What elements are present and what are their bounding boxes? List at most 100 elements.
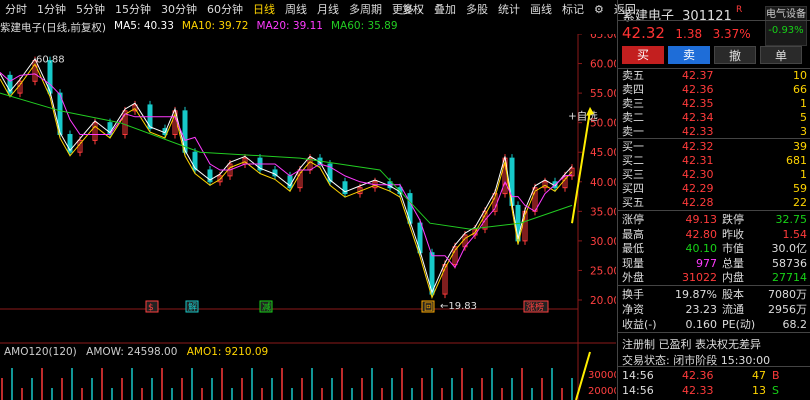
amo-tick-label: 20000 xyxy=(588,386,616,397)
tool-4[interactable]: 画线 xyxy=(525,0,557,20)
event-marker-label: $ xyxy=(148,303,154,313)
stat-row-5: 换手 19.87% 股本 7080万 xyxy=(622,287,807,303)
bid-row-3[interactable]: 买四 42.29 59 xyxy=(622,182,807,195)
y-tick-label: 20.00 xyxy=(590,295,616,307)
period-tab-9[interactable]: 多周期 xyxy=(344,0,387,20)
tool-2[interactable]: 多股 xyxy=(461,0,493,20)
bid-volume: 681 xyxy=(786,154,807,167)
tool-1[interactable]: 叠加 xyxy=(429,0,461,20)
period-tab-6[interactable]: 日线 xyxy=(248,0,280,20)
low-label: ←19.83 xyxy=(440,301,477,312)
sector-pct: -0.93% xyxy=(768,25,804,36)
bid-price: 42.29 xyxy=(682,182,714,195)
ma10-label: MA10: 39.72 xyxy=(181,20,249,32)
tick-side: S xyxy=(772,384,779,397)
order-button[interactable]: 单 xyxy=(760,46,802,64)
tick-volume: 47 xyxy=(752,369,766,382)
buy-button[interactable]: 买 xyxy=(622,46,664,64)
stat-value: 31022 xyxy=(682,271,717,284)
arrow-up-icon xyxy=(571,110,591,224)
period-tab-3[interactable]: 15分钟 xyxy=(110,0,156,20)
period-tab-1[interactable]: 1分钟 xyxy=(32,0,71,20)
ask-row-4[interactable]: 卖一 42.33 3 xyxy=(622,125,807,138)
amo-label: AMO120(120) xyxy=(4,346,77,358)
bid-volume: 39 xyxy=(793,140,807,153)
ask-label: 卖三 xyxy=(622,97,644,110)
y-tick-label: 45.00 xyxy=(590,147,616,159)
bid-price: 42.31 xyxy=(682,154,714,167)
event-marker-label: 回 xyxy=(424,302,433,313)
stat-row-4: 外盘 31022 内盘 27714 xyxy=(622,270,807,286)
stat-label: 收益(-) xyxy=(622,318,657,331)
ask-price: 42.35 xyxy=(682,97,714,110)
chart-tools-toolbar: 复权 叠加 多股 统计 画线 标记 ⚙ 返回 xyxy=(397,0,641,20)
ask-row-2[interactable]: 卖三 42.35 1 xyxy=(622,97,807,110)
ask-label: 卖二 xyxy=(622,111,644,124)
stat-label: 内盘 xyxy=(722,271,744,284)
ask-volume: 66 xyxy=(793,83,807,96)
period-tab-4[interactable]: 30分钟 xyxy=(156,0,202,20)
period-tab-2[interactable]: 5分钟 xyxy=(71,0,110,20)
ma5-line xyxy=(0,57,573,294)
stat-value: 7080万 xyxy=(768,288,807,301)
stat-label: 外盘 xyxy=(622,271,644,284)
price-change: 1.38 xyxy=(675,27,703,41)
ask-volume: 3 xyxy=(800,125,807,138)
ma20-label: MA20: 39.11 xyxy=(256,20,323,32)
chart-title: 紫建电子(日线,前复权) xyxy=(0,22,107,34)
notice-text: 注册制 已盈利 表决权无差异 xyxy=(622,338,761,351)
cancel-button[interactable]: 撤 xyxy=(714,46,756,64)
tool-3[interactable]: 统计 xyxy=(493,0,525,20)
stat-value: 19.87% xyxy=(675,288,717,301)
bid-row-0[interactable]: 买一 42.32 39 xyxy=(622,140,807,153)
add-watchlist-label: +自选 xyxy=(568,110,598,123)
sector-card[interactable]: 电气设备 -0.93% xyxy=(765,6,807,46)
tick-row: 14:56 42.33 13 S xyxy=(622,383,807,399)
period-tab-7[interactable]: 周线 xyxy=(280,0,312,20)
bid-row-4[interactable]: 买五 42.28 22 xyxy=(622,196,807,209)
bid-label: 买二 xyxy=(622,154,644,167)
y-tick-label: 40.00 xyxy=(590,177,616,189)
stat-row-7: 收益(-) 0.160 PE(动) 68.2 xyxy=(622,317,807,333)
y-tick-label: 35.00 xyxy=(590,206,616,218)
sell-button[interactable]: 卖 xyxy=(668,46,710,64)
bid-volume: 59 xyxy=(793,182,807,195)
bid-volume: 22 xyxy=(793,196,807,209)
stat-label: 换手 xyxy=(622,288,644,301)
stat-label: PE(动) xyxy=(722,318,756,331)
y-tick-label: 55.00 xyxy=(590,88,616,100)
tick-row: 14:56 42.36 47 B xyxy=(622,368,807,384)
stat-label: 流通 xyxy=(722,303,744,316)
ask-volume: 5 xyxy=(800,111,807,124)
ask-row-1[interactable]: 卖四 42.36 66 xyxy=(622,83,807,96)
tick-price: 42.33 xyxy=(682,384,714,397)
y-tick-label: 30.00 xyxy=(590,236,616,248)
tool-0[interactable]: 复权 xyxy=(397,0,429,20)
ma60-line xyxy=(0,92,573,230)
ask-label: 卖四 xyxy=(622,83,644,96)
stat-value: 27714 xyxy=(772,271,807,284)
tool-5[interactable]: 标记 xyxy=(557,0,589,20)
last-price: 42.32 xyxy=(622,24,665,42)
ma5-label: MA5: 40.33 xyxy=(114,20,174,32)
y-tick-label: 25.00 xyxy=(590,265,616,277)
period-tab-8[interactable]: 月线 xyxy=(312,0,344,20)
ask-price: 42.34 xyxy=(682,111,714,124)
period-tab-5[interactable]: 60分钟 xyxy=(202,0,248,20)
ma-legend: 紫建电子(日线,前复权) MA5: 40.33 MA10: 39.72 MA20… xyxy=(0,20,398,34)
period-tab-0[interactable]: 分时 xyxy=(0,0,32,20)
ask-row-3[interactable]: 卖二 42.34 5 xyxy=(622,111,807,124)
ask-row-0[interactable]: 卖五 42.37 10 xyxy=(622,69,807,82)
tick-volume: 13 xyxy=(752,384,766,397)
tick-time: 14:56 xyxy=(622,384,654,397)
bid-row-1[interactable]: 买二 42.31 681 xyxy=(622,154,807,167)
stat-value: 68.2 xyxy=(782,318,808,331)
bid-row-2[interactable]: 买三 42.30 1 xyxy=(622,168,807,181)
gear-icon[interactable]: ⚙ xyxy=(589,0,609,20)
stat-value: 2956万 xyxy=(768,303,807,316)
bid-label: 买三 xyxy=(622,168,644,181)
stat-value: 23.23 xyxy=(685,303,718,316)
quote-panel: 紫建电子 301121 R 电气设备 -0.93% 42.32 1.38 3.3… xyxy=(617,0,810,400)
high-label: 60.88 xyxy=(36,54,65,65)
stock-code: 301121 xyxy=(682,9,732,24)
